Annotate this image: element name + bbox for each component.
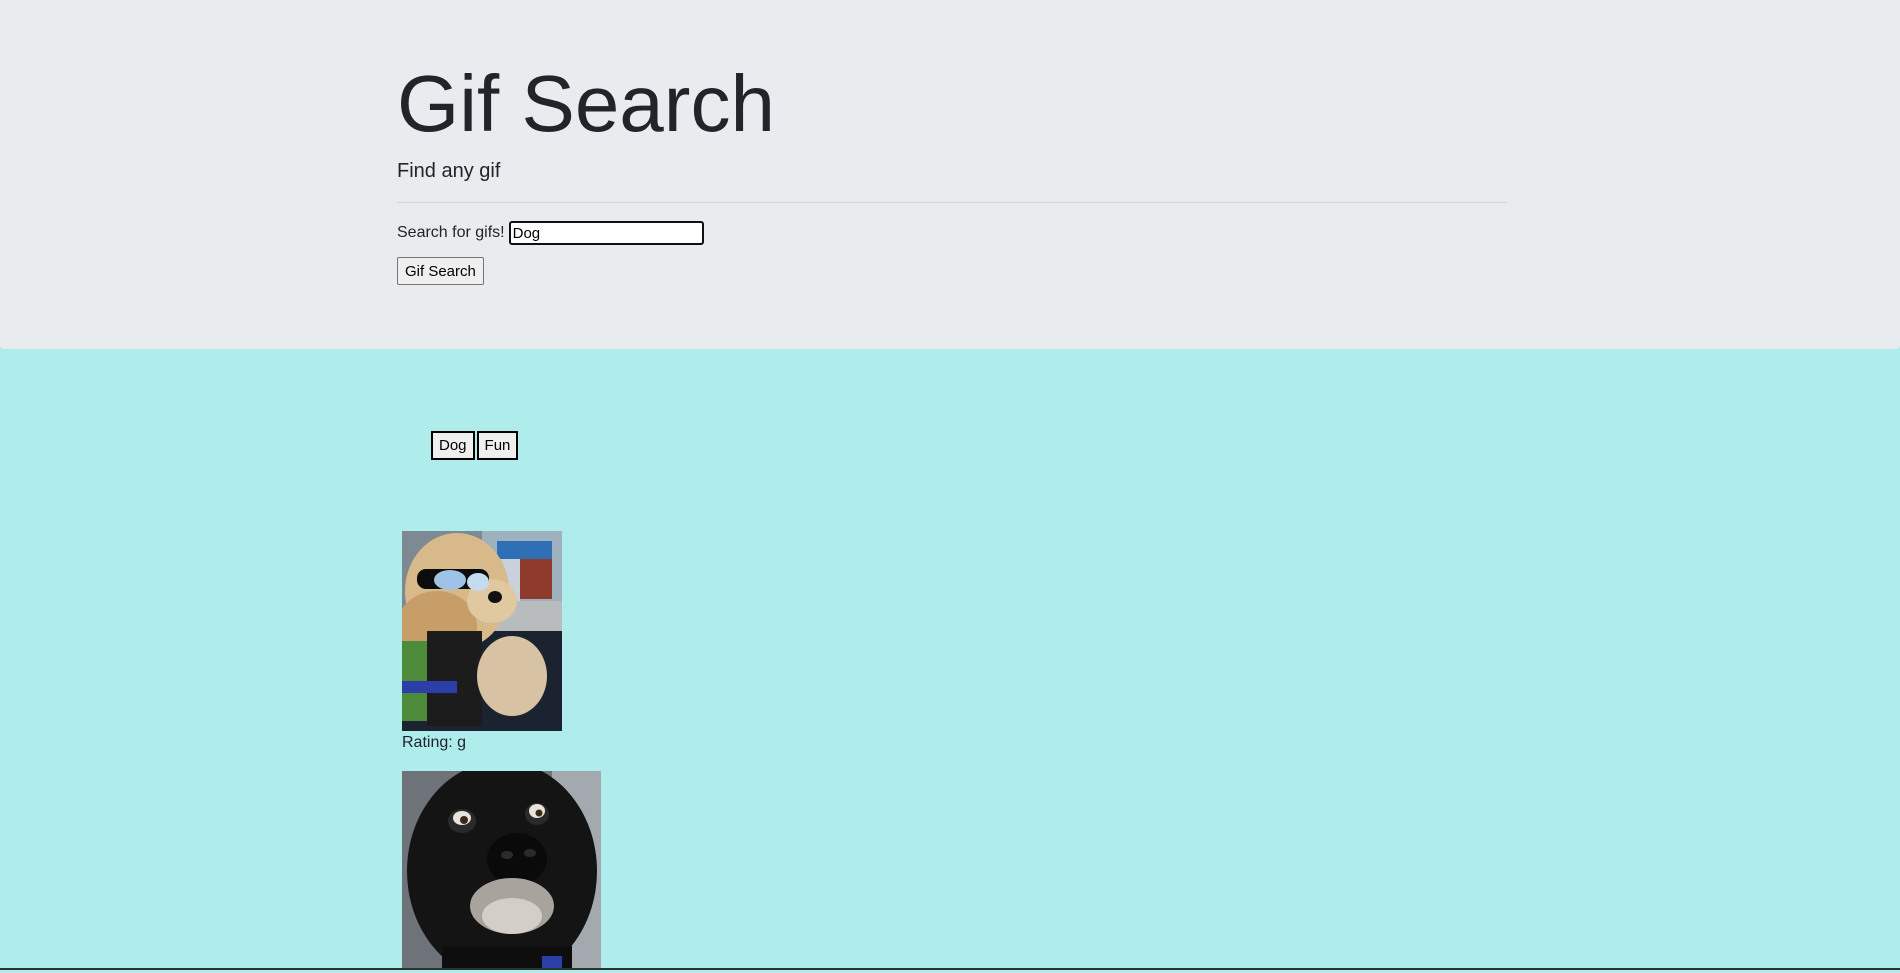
search-label: Search for gifs! — [397, 224, 505, 241]
gif-image-black-dog[interactable] — [402, 771, 601, 970]
tag-button-fun[interactable]: Fun — [476, 431, 519, 460]
tag-button-row: Dog Fun — [431, 431, 520, 460]
tag-button-dog[interactable]: Dog — [431, 431, 475, 460]
page-title: Gif Search — [397, 59, 775, 148]
header-jumbotron: Gif Search Find any gif Search for gifs!… — [0, 0, 1900, 349]
gif-result — [402, 771, 601, 973]
gif-rating: Rating: g — [402, 734, 467, 751]
search-input[interactable] — [508, 221, 704, 245]
gif-search-button[interactable]: Gif Search — [397, 257, 484, 285]
gif-image-dog-sunglasses[interactable] — [402, 531, 562, 731]
search-form: Search for gifs! — [397, 221, 704, 245]
gif-result: Rating: g — [402, 531, 562, 752]
page-subtitle: Find any gif — [397, 160, 501, 182]
header-divider — [397, 202, 1507, 203]
